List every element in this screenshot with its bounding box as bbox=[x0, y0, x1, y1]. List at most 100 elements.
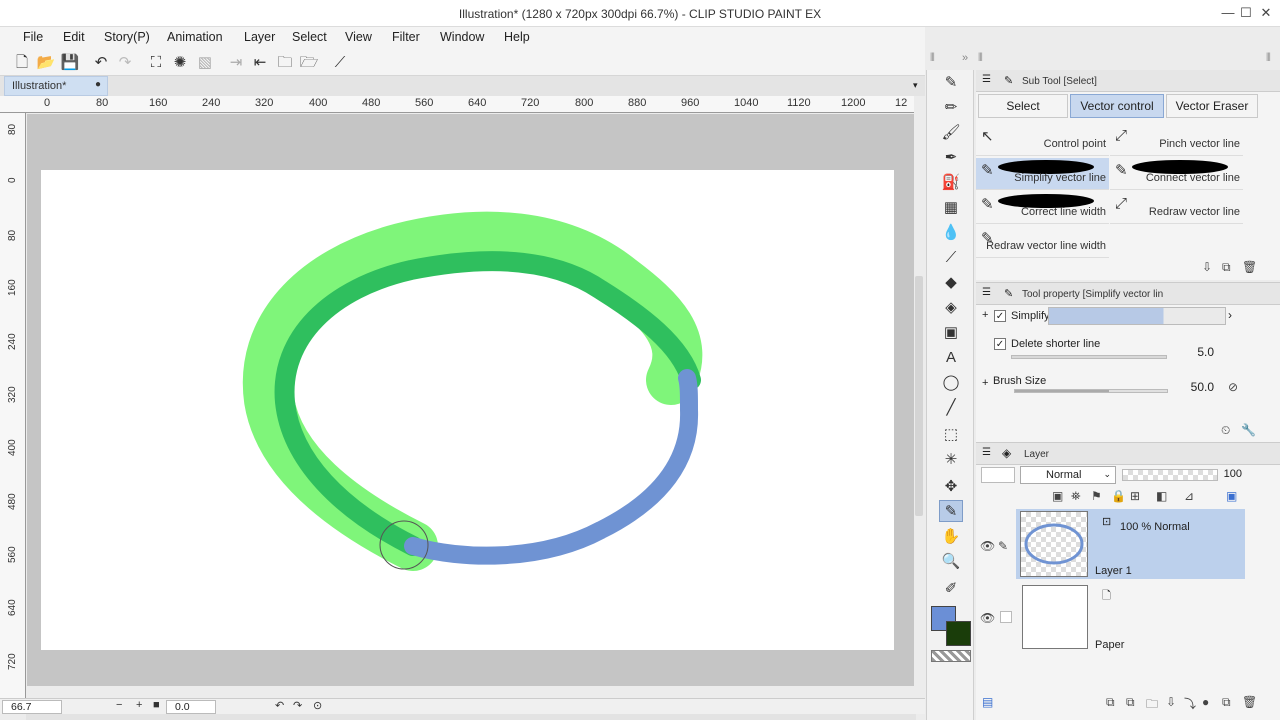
panel-menu-icon[interactable]: ☰ bbox=[982, 287, 991, 298]
new-vector-layer-icon[interactable]: ⧉ bbox=[1126, 695, 1135, 710]
transform-icon[interactable]: ⛶ bbox=[146, 53, 166, 73]
save-icon[interactable]: 💾 bbox=[60, 53, 80, 73]
maximize-button[interactable]: ☐ bbox=[1236, 4, 1256, 22]
clear-icon[interactable]: ▧ bbox=[195, 53, 215, 73]
ruler-icon[interactable]: ⊿ bbox=[1184, 489, 1194, 503]
subtool-control-point[interactable]: ↖ Control point bbox=[976, 124, 1109, 156]
new-raster-layer-icon[interactable]: ⧉ bbox=[1106, 695, 1115, 710]
collapse-icon[interactable]: » bbox=[962, 52, 968, 64]
menu-story[interactable]: Story(P) bbox=[104, 30, 150, 44]
layer-row-layer-1[interactable]: ⊡ 100 % Normal Layer 1 bbox=[1016, 509, 1245, 579]
menu-filter[interactable]: Filter bbox=[392, 30, 420, 44]
delete-shorter-slider[interactable] bbox=[1011, 355, 1167, 359]
move-tool-icon[interactable]: ✥ bbox=[939, 476, 963, 498]
hand-tool-icon[interactable]: ✋ bbox=[939, 526, 963, 548]
auto-select-tool-icon[interactable]: ✳ bbox=[939, 449, 963, 471]
delete-subtool-icon[interactable]: 🗑 bbox=[1242, 260, 1257, 274]
minimize-button[interactable]: — bbox=[1218, 4, 1238, 22]
zoom-out-icon[interactable]: − bbox=[116, 699, 122, 711]
eraser-tool-icon[interactable]: ◆ bbox=[939, 272, 963, 294]
layer-color-dropdown[interactable] bbox=[981, 467, 1015, 483]
lock-alpha-icon[interactable]: ⊞ bbox=[1130, 489, 1140, 503]
reference-icon[interactable]: ⚑ bbox=[1091, 489, 1102, 503]
subtool-simplify-vector-line[interactable]: ✎ Simplify vector line bbox=[976, 158, 1109, 190]
new-file-icon[interactable]: 🗋 bbox=[12, 53, 32, 73]
vertical-scrollbar[interactable] bbox=[914, 96, 925, 700]
brush-tool-icon[interactable]: 🖌 bbox=[939, 122, 963, 144]
subtool-connect-vector-line[interactable]: ✎ Connect vector line bbox=[1110, 158, 1243, 190]
clip-icon[interactable]: ⛯ bbox=[1071, 489, 1081, 504]
selection-tool-icon[interactable]: ⬚ bbox=[939, 424, 963, 446]
zoom-in-icon[interactable]: + bbox=[136, 699, 142, 711]
layer-list-icon[interactable]: ▤ bbox=[982, 695, 993, 709]
blend-mode-select[interactable]: Normal ⌄ bbox=[1020, 466, 1116, 484]
pressure-icon[interactable]: ⊘ bbox=[1228, 380, 1238, 394]
export-icon[interactable]: ⇥ bbox=[226, 53, 246, 73]
deselect-icon[interactable]: ✺ bbox=[170, 53, 190, 73]
dock-grip-icon[interactable]: ⦀ bbox=[930, 52, 935, 65]
mask-icon[interactable]: ◧ bbox=[1156, 489, 1167, 503]
expand-icon[interactable]: + bbox=[982, 309, 988, 321]
visibility-eye-icon[interactable]: 👁 bbox=[980, 539, 995, 553]
rotate-left-icon[interactable]: ↶ bbox=[275, 699, 284, 712]
blend-tool-icon[interactable]: 💧 bbox=[939, 222, 963, 244]
layer-option-icon[interactable]: ▣ bbox=[1052, 489, 1063, 503]
wrench-icon[interactable]: 🔧 bbox=[1241, 423, 1256, 437]
zoom-tool-icon[interactable]: 🔍 bbox=[939, 551, 963, 573]
canvas-area[interactable] bbox=[27, 114, 915, 686]
folder-icon[interactable]: 🗀 bbox=[275, 53, 295, 73]
undo-icon[interactable]: ↶ bbox=[91, 53, 111, 73]
document-tab[interactable]: Illustration* ● bbox=[4, 76, 108, 96]
gradient-tool-icon[interactable]: ▣ bbox=[939, 322, 963, 344]
balloon-tool-icon[interactable]: ◯ bbox=[939, 372, 963, 394]
simplify-checkbox[interactable]: ✓ bbox=[994, 310, 1006, 322]
pencil-tool-icon[interactable]: ✏ bbox=[939, 97, 963, 119]
brush-size-slider[interactable] bbox=[1014, 389, 1168, 393]
visibility-eye-icon[interactable]: 👁 bbox=[980, 611, 995, 625]
reset-rotation-icon[interactable]: ⊙ bbox=[313, 699, 322, 712]
sub-color-swatch[interactable] bbox=[946, 621, 971, 646]
transparent-color-swatch[interactable] bbox=[931, 650, 971, 662]
menu-window[interactable]: Window bbox=[440, 30, 484, 44]
panel-menu-icon[interactable]: ☰ bbox=[982, 74, 991, 85]
simplify-slider[interactable] bbox=[1048, 307, 1226, 325]
menu-layer[interactable]: Layer bbox=[244, 30, 275, 44]
subtool-redraw-vector-line-width[interactable]: ✎ Redraw vector line width bbox=[976, 226, 1109, 258]
airbrush-tool-icon[interactable]: ⛽ bbox=[939, 172, 963, 194]
brush-size-value[interactable]: 50.0 bbox=[1172, 380, 1214, 394]
delete-layer-icon[interactable]: 🗑 bbox=[1242, 695, 1257, 709]
folder-save-icon[interactable]: 🗁 bbox=[299, 53, 319, 73]
edit-pen-icon[interactable]: ✎ bbox=[998, 539, 1008, 553]
layer-row-paper[interactable]: 🗋 Paper bbox=[1016, 583, 1245, 653]
menu-view[interactable]: View bbox=[345, 30, 372, 44]
mask-add-icon[interactable]: ● bbox=[1202, 695, 1209, 709]
menu-edit[interactable]: Edit bbox=[63, 30, 85, 44]
pen-tool-icon[interactable]: ✎ bbox=[939, 72, 963, 94]
subtool-pinch-vector-line[interactable]: ⤢ Pinch vector line bbox=[1110, 124, 1243, 156]
fill-tool-icon[interactable]: ◈ bbox=[939, 297, 963, 319]
color-picker-icon[interactable]: ✐ bbox=[939, 578, 963, 600]
drawing-canvas[interactable] bbox=[41, 170, 894, 650]
rotation-field[interactable]: 0.0 bbox=[166, 700, 216, 714]
opacity-value[interactable]: 100 bbox=[1220, 468, 1242, 480]
rotate-right-icon[interactable]: ↷ bbox=[293, 699, 302, 712]
panel-menu-icon[interactable]: ☰ bbox=[982, 447, 991, 458]
line-tool-icon[interactable]: ╱ bbox=[939, 397, 963, 419]
open-file-icon[interactable]: 📂 bbox=[36, 53, 56, 73]
close-tab-icon[interactable]: ● bbox=[95, 79, 101, 90]
layer-edit-toggle[interactable] bbox=[1000, 611, 1012, 623]
eyedropper-tool-icon[interactable]: ⟋ bbox=[939, 247, 963, 269]
dock-grip-icon[interactable]: ⦀ bbox=[1266, 52, 1271, 65]
tab-vector-control[interactable]: Vector control bbox=[1070, 94, 1164, 118]
horizontal-scrollbar[interactable] bbox=[26, 714, 916, 720]
zoom-field[interactable]: 66.7 bbox=[2, 700, 62, 714]
clear-layer-icon[interactable]: ⧉ bbox=[1222, 695, 1231, 710]
menu-file[interactable]: File bbox=[23, 30, 43, 44]
dock-grip-icon[interactable]: ⦀ bbox=[978, 52, 983, 65]
layer-color-icon[interactable]: ▣ bbox=[1226, 489, 1237, 503]
opacity-slider[interactable] bbox=[1122, 469, 1218, 481]
close-button[interactable]: ✕ bbox=[1256, 4, 1276, 22]
tab-menu-icon[interactable]: ▾ bbox=[913, 80, 918, 91]
object-tool-icon[interactable]: ✎ bbox=[939, 500, 963, 522]
brush-settings-icon[interactable]: ⟋ bbox=[330, 53, 350, 73]
